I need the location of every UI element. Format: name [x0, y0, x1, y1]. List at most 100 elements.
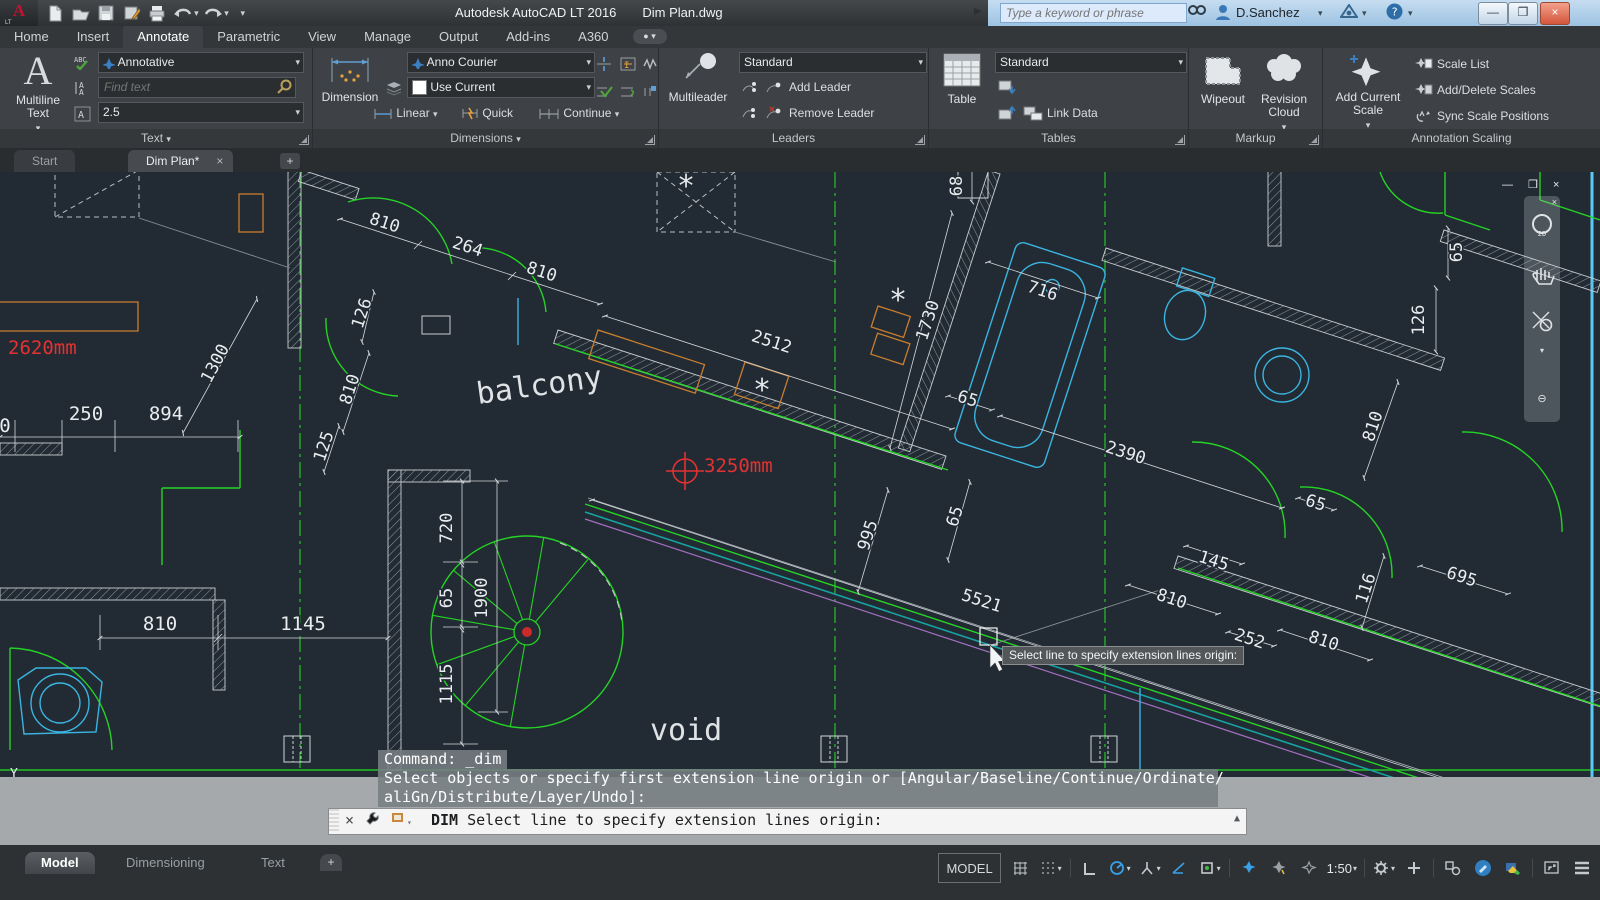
text-align-icon[interactable]: AA	[74, 80, 92, 99]
snap-mode-button[interactable]: ▾	[1037, 856, 1065, 880]
pan-hand-icon[interactable]	[1528, 260, 1556, 288]
steering-wheel-icon[interactable]: 2D	[1528, 212, 1556, 240]
dim-layer-icon[interactable]	[385, 80, 403, 99]
dim-style-select[interactable]: Anno Courier▾	[407, 52, 595, 73]
signed-in-user[interactable]: D.Sanchez	[1236, 0, 1300, 26]
close-button[interactable]: ×	[1540, 2, 1570, 25]
undo-dropdown[interactable]: ▾	[194, 8, 199, 18]
tab-addins[interactable]: Add-ins	[492, 26, 564, 48]
find-text-input[interactable]	[102, 79, 259, 95]
ribbon-display-toggle[interactable]: ● ▾	[633, 29, 667, 44]
markup-dialog-launcher-icon[interactable]	[1309, 135, 1319, 145]
add-delete-scales-button[interactable]: Add/Delete Scales	[1437, 80, 1536, 100]
quick-dim-button[interactable]: Quick	[461, 103, 513, 123]
mleader-style-select[interactable]: Standard▾	[739, 52, 927, 73]
continue-dim-button[interactable]: Continue ▾	[538, 103, 619, 123]
dim-sync-icon[interactable]	[619, 84, 637, 103]
redo-dropdown[interactable]: ▾	[224, 8, 229, 18]
annotation-visibility-button[interactable]	[1235, 856, 1263, 880]
panel-title-markup[interactable]: Markup	[1189, 129, 1322, 148]
tab-insert[interactable]: Insert	[63, 26, 124, 48]
layout-tab-dimensioning[interactable]: Dimensioning	[110, 852, 221, 874]
a360-dropdown[interactable]: ▾	[1362, 0, 1367, 26]
jog-line-icon[interactable]	[643, 56, 657, 75]
zoom-icon[interactable]	[1528, 308, 1556, 336]
scale-list-icon[interactable]	[1415, 56, 1433, 74]
text-height-select[interactable]: 2.5▾	[98, 102, 304, 123]
annotation-scale-icon[interactable]	[1295, 856, 1323, 880]
dim-update-icon[interactable]	[643, 84, 657, 103]
isodraft-dropdown[interactable]: ▾	[1157, 864, 1161, 873]
isometric-drafting-button[interactable]: ▾	[1136, 856, 1164, 880]
minimize-button[interactable]: —	[1478, 2, 1508, 25]
workspace-gear-button[interactable]: ▾	[1370, 856, 1398, 880]
polar-dropdown[interactable]: ▾	[1127, 864, 1131, 873]
multileader-button[interactable]: Multileader	[665, 52, 731, 104]
table-button[interactable]: Table	[937, 52, 987, 106]
dimensions-dialog-launcher-icon[interactable]	[645, 135, 655, 145]
graphics-performance-icon[interactable]	[1499, 856, 1527, 880]
find-search-icon[interactable]	[277, 79, 293, 97]
undo-icon[interactable]	[172, 4, 194, 22]
search-input[interactable]	[1000, 3, 1187, 23]
tab-manage[interactable]: Manage	[350, 26, 425, 48]
continue-dropdown[interactable]: ▾	[615, 109, 620, 119]
panel-title-leaders[interactable]: Leaders	[659, 129, 928, 148]
text-frame-icon[interactable]: A	[74, 106, 92, 125]
link-data-icon[interactable]	[1023, 105, 1043, 124]
tab-annotate[interactable]: Annotate	[123, 26, 203, 48]
object-snap-button[interactable]: ▾	[1196, 856, 1224, 880]
zoom-dropdown-icon[interactable]: ▾	[1528, 346, 1556, 374]
leaders-dialog-launcher-icon[interactable]	[915, 135, 925, 145]
wipeout-button[interactable]: Wipeout	[1195, 52, 1251, 106]
extract-data-icon[interactable]	[997, 79, 1017, 98]
table-style-select[interactable]: Standard▾	[995, 52, 1187, 73]
tab-output[interactable]: Output	[425, 26, 492, 48]
sync-scale-positions-button[interactable]: Sync Scale Positions	[1437, 106, 1549, 126]
multiline-text-button[interactable]: A Multiline Text▾	[8, 50, 68, 134]
open-file-icon[interactable]	[70, 4, 92, 22]
add-delete-scales-icon[interactable]	[1415, 82, 1433, 100]
panel-title-annotation-scaling[interactable]: Annotation Scaling	[1323, 129, 1600, 148]
panel-title-text[interactable]: Text ▾	[0, 129, 312, 148]
plot-icon[interactable]	[147, 4, 169, 22]
fullscreen-button[interactable]	[1538, 856, 1566, 880]
ortho-mode-button[interactable]	[1076, 856, 1104, 880]
drawing-window-buttons[interactable]: — ❒ ×	[1502, 178, 1565, 191]
dim-break-icon[interactable]	[595, 56, 613, 75]
layout-tab-model[interactable]: Model	[25, 852, 95, 874]
command-customize-icon[interactable]	[365, 811, 380, 831]
tab-view[interactable]: View	[294, 26, 350, 48]
snap-dropdown[interactable]: ▾	[1058, 864, 1062, 873]
file-tab-close-icon[interactable]: ×	[216, 150, 223, 172]
command-line[interactable]: × ▾ DIM Select line to specify extension…	[328, 808, 1247, 835]
scale-list-button[interactable]: Scale List	[1437, 54, 1489, 74]
add-current-scale-button[interactable]: Add Current Scale▾	[1331, 52, 1405, 131]
qat-customize-dropdown[interactable]: ▾	[240, 8, 245, 18]
add-leader-button[interactable]: Add Leader	[789, 77, 851, 97]
linear-dropdown[interactable]: ▾	[433, 109, 438, 119]
help-icon[interactable]: ?	[1386, 0, 1403, 26]
save-as-icon[interactable]	[121, 4, 143, 22]
user-dropdown[interactable]: ▾	[1318, 0, 1323, 26]
model-space-button[interactable]: MODEL	[938, 853, 1000, 883]
file-tab-start[interactable]: Start	[14, 150, 75, 172]
workspace-dropdown[interactable]: ▾	[1391, 864, 1395, 873]
autoscale-button[interactable]	[1265, 856, 1293, 880]
redo-icon[interactable]	[202, 4, 224, 22]
osnap-dropdown[interactable]: ▾	[1217, 864, 1221, 873]
file-tab-dim-plan[interactable]: Dim Plan* ×	[128, 150, 233, 172]
app-menu-button[interactable]: A LT	[0, 0, 38, 26]
status-plus-button[interactable]	[1400, 856, 1428, 880]
command-expand-icon[interactable]: ▲	[1234, 813, 1240, 824]
dim-layer-select[interactable]: Use Current▾	[407, 77, 595, 98]
spell-check-icon[interactable]: ABC	[74, 54, 92, 73]
isolate-objects-button[interactable]	[1439, 856, 1467, 880]
command-grip-handle[interactable]	[329, 809, 339, 832]
tab-parametric[interactable]: Parametric	[203, 26, 294, 48]
save-icon[interactable]	[95, 4, 117, 22]
layout-tab-text[interactable]: Text	[245, 852, 301, 874]
new-file-icon[interactable]	[44, 4, 66, 22]
dimension-button[interactable]: Dimension	[319, 52, 381, 104]
text-dialog-launcher-icon[interactable]	[299, 135, 309, 145]
